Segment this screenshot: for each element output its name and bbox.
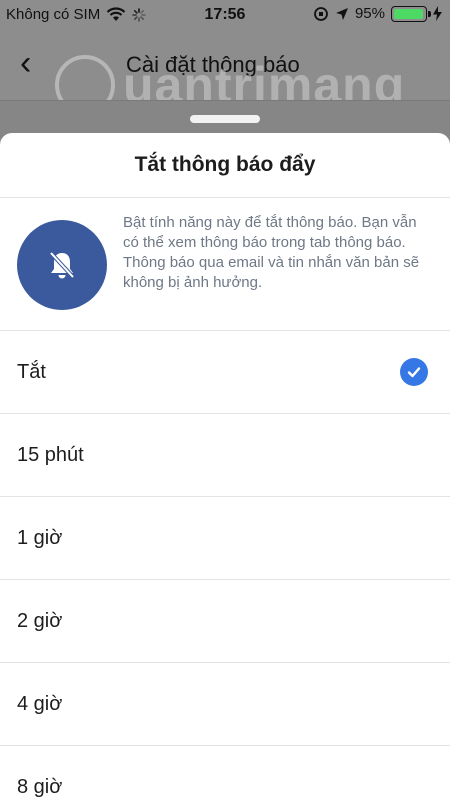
checkmark-icon — [400, 358, 428, 386]
bell-off-icon — [17, 220, 107, 310]
status-bar: Không có SIM 17:56 95% — [0, 0, 450, 30]
option-15-minutes[interactable]: 15 phút — [0, 414, 450, 497]
option-8-hours[interactable]: 8 giờ — [0, 746, 450, 799]
option-2-hours[interactable]: 2 giờ — [0, 580, 450, 663]
sheet-title: Tắt thông báo đẩy — [0, 133, 450, 198]
info-description: Bật tính năng này để tắt thông báo. Bạn … — [123, 214, 420, 291]
option-label: 2 giờ — [17, 610, 63, 632]
charging-bolt-icon — [433, 6, 442, 21]
option-label: Tắt — [17, 361, 46, 383]
battery-icon — [391, 5, 431, 22]
option-label: 15 phút — [17, 444, 84, 466]
option-label: 1 giờ — [17, 527, 63, 549]
location-arrow-icon — [335, 7, 348, 20]
status-right: 95% — [313, 5, 442, 22]
battery-percent: 95% — [354, 5, 385, 22]
option-1-hour[interactable]: 1 giờ — [0, 497, 450, 580]
option-off[interactable]: Tắt — [0, 331, 450, 414]
option-4-hours[interactable]: 4 giờ — [0, 663, 450, 746]
screen-rotation-lock-icon — [314, 6, 328, 21]
back-chevron-icon[interactable]: ‹ — [20, 46, 31, 80]
option-label: 4 giờ — [17, 693, 63, 715]
sheet-drag-handle[interactable] — [190, 115, 260, 123]
mute-notifications-sheet: Tắt thông báo đẩy Bật tính năng này để t… — [0, 133, 450, 799]
option-label: 8 giờ — [17, 776, 63, 798]
info-section: Bật tính năng này để tắt thông báo. Bạn … — [0, 198, 450, 331]
